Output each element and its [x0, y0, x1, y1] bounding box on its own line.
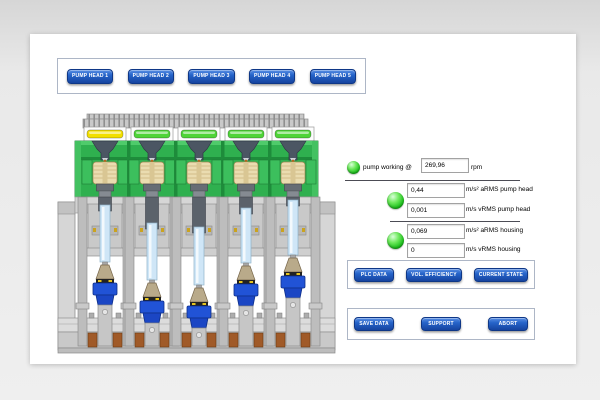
main-panel: PUMP HEAD 1 PUMP HEAD 2 PUMP HEAD 3 PUMP… — [30, 34, 576, 364]
pump-head-5-button[interactable]: PUMP HEAD 5 — [310, 69, 356, 84]
bearing-block — [135, 333, 144, 347]
crosshead-clamp — [140, 301, 164, 313]
pump-head-2-button[interactable]: PUMP HEAD 2 — [128, 69, 174, 84]
plunger — [288, 200, 298, 255]
support-button[interactable]: SUPPORT — [421, 317, 461, 331]
crosshead-clamp — [234, 284, 258, 296]
control-button-group: SAVE DATA SUPPORT ABORT — [347, 308, 535, 340]
pump-head-button-group: PUMP HEAD 1 PUMP HEAD 2 PUMP HEAD 3 PUMP… — [57, 58, 366, 94]
crosshead-cone — [284, 258, 302, 272]
application-window: PUMP HEAD 1 PUMP HEAD 2 PUMP HEAD 3 PUMP… — [0, 0, 600, 400]
current-state-button[interactable]: CURRENT STATE — [474, 268, 528, 282]
divider — [390, 221, 520, 222]
rpm-unit-label: rpm — [471, 164, 482, 171]
guide-column — [266, 197, 275, 346]
plunger — [241, 208, 251, 263]
bearing-block — [276, 333, 285, 347]
save-data-button[interactable]: SAVE DATA — [354, 317, 394, 331]
bearing-block — [207, 333, 216, 347]
pump-head-4-button[interactable]: PUMP HEAD 4 — [249, 69, 295, 84]
plunger — [194, 227, 204, 285]
crosshead-clamp — [187, 306, 211, 318]
guide-column — [311, 197, 320, 346]
data-button-group: PLC DATA VOL. EFFICIENCY CURRENT STATE — [347, 260, 535, 289]
abort-button[interactable]: ABORT — [488, 317, 528, 331]
crosshead-cone — [143, 283, 161, 297]
arms-pump-head-display: 0,44 — [407, 183, 465, 198]
crosshead-clamp — [93, 283, 117, 295]
pump-unit-5 — [264, 197, 322, 346]
pump-diagram — [45, 100, 345, 358]
bearing-block — [182, 333, 191, 347]
pump-working-label: pump working @ — [363, 164, 412, 171]
crosshead-cone — [96, 265, 114, 279]
arms-housing-label: m/s² aRMS housing — [466, 227, 523, 234]
guide-column — [219, 197, 228, 346]
crosshead-clamp — [281, 276, 305, 288]
bearing-block — [301, 333, 310, 347]
guide-column — [78, 197, 87, 346]
indicator-lights — [84, 127, 314, 141]
vrms-pump-head-label: m/s vRMS pump head — [466, 206, 530, 213]
bearing-block — [160, 333, 169, 347]
vrms-housing-label: m/s vRMS housing — [466, 246, 521, 253]
rpm-value-display: 269,96 — [421, 158, 469, 173]
bearing-block — [88, 333, 97, 347]
bearing-block — [113, 333, 122, 347]
pump-head-1-button[interactable]: PUMP HEAD 1 — [67, 69, 113, 84]
vol-efficiency-button[interactable]: VOL. EFFICIENCY — [406, 268, 462, 282]
arms-pump-head-label: m/s² aRMS pump head — [466, 186, 533, 193]
plunger — [100, 205, 110, 262]
vrms-pump-head-display: 0,001 — [407, 203, 465, 218]
bearing-block — [229, 333, 238, 347]
pump-head-3-button[interactable]: PUMP HEAD 3 — [188, 69, 234, 84]
crosshead-cone — [237, 266, 255, 280]
crosshead-cone — [190, 288, 208, 302]
pump-head-status-led — [387, 192, 404, 209]
guide-column — [172, 197, 181, 346]
housing-status-led — [387, 232, 404, 249]
guide-column — [125, 197, 134, 346]
bearing-block — [254, 333, 263, 347]
plunger — [147, 223, 157, 280]
divider — [345, 180, 520, 181]
plc-data-button[interactable]: PLC DATA — [354, 268, 394, 282]
vrms-housing-display: 0 — [407, 243, 465, 258]
pump-working-led — [347, 161, 360, 174]
connecting-rod — [145, 323, 159, 346]
top-cap — [83, 114, 308, 128]
arms-housing-display: 0,069 — [407, 224, 465, 239]
